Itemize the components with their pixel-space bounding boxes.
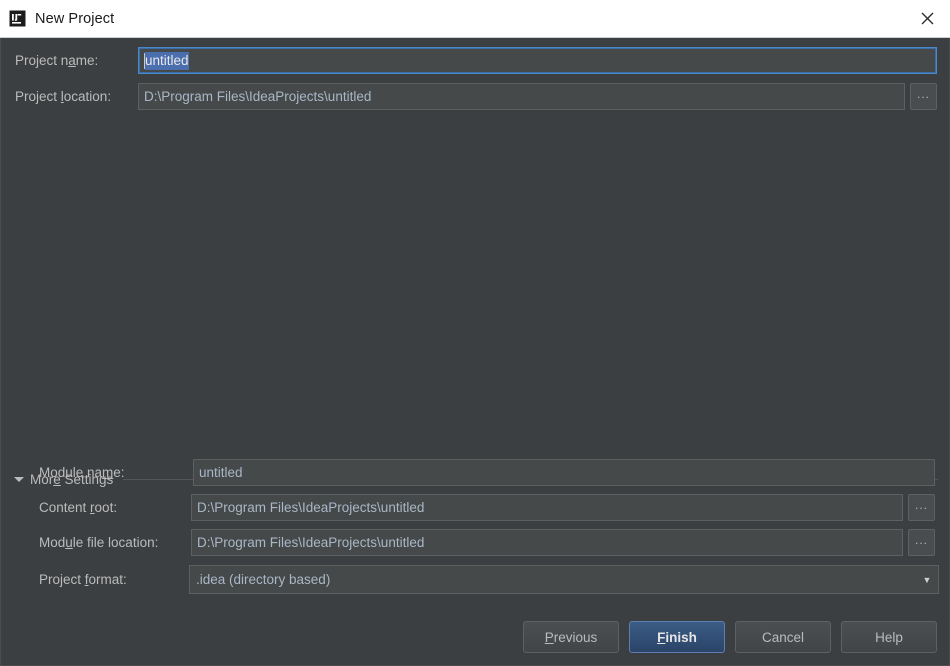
project-format-row: Project format: .idea (directory based) …	[39, 565, 939, 594]
project-location-browse-button[interactable]: ...	[910, 83, 937, 110]
project-location-input[interactable]: D:\Program Files\IdeaProjects\untitled	[138, 83, 905, 110]
module-name-label: Module name:	[39, 465, 193, 480]
project-format-value: .idea (directory based)	[196, 572, 330, 587]
module-name-input[interactable]: untitled	[193, 459, 935, 486]
close-icon	[921, 12, 934, 25]
help-button[interactable]: Help	[841, 621, 937, 653]
module-file-location-browse-button[interactable]: ...	[908, 529, 935, 556]
project-location-label: Project location:	[15, 89, 138, 104]
project-name-input[interactable]: untitled	[138, 47, 937, 74]
module-file-location-input[interactable]: D:\Program Files\IdeaProjects\untitled	[191, 529, 903, 556]
module-file-location-value: D:\Program Files\IdeaProjects\untitled	[197, 535, 424, 550]
project-format-label: Project format:	[39, 572, 189, 587]
ellipsis-browse-icon: ...	[915, 501, 928, 509]
module-file-location-row: Module file location: D:\Program Files\I…	[39, 529, 939, 556]
dialog-button-bar: Previous Finish Cancel Help	[523, 621, 937, 653]
content-root-browse-button[interactable]: ...	[908, 494, 935, 521]
dialog-titlebar: New Project	[0, 0, 950, 38]
ellipsis-browse-icon: ...	[917, 90, 930, 98]
project-name-value: untitled	[145, 52, 189, 70]
content-root-input[interactable]: D:\Program Files\IdeaProjects\untitled	[191, 494, 903, 521]
module-file-location-label: Module file location:	[39, 535, 191, 550]
module-name-value: untitled	[199, 465, 243, 480]
close-button[interactable]	[904, 0, 950, 38]
content-root-row: Content root: D:\Program Files\IdeaProje…	[39, 494, 939, 521]
project-name-row: Project name: untitled	[15, 47, 937, 74]
intellij-idea-icon	[9, 10, 26, 27]
project-location-row: Project location: D:\Program Files\IdeaP…	[15, 83, 937, 110]
chevron-down-icon: ▼	[916, 566, 938, 593]
dialog-title: New Project	[35, 11, 904, 27]
project-location-value: D:\Program Files\IdeaProjects\untitled	[144, 89, 371, 104]
finish-button[interactable]: Finish	[629, 621, 725, 653]
cancel-button[interactable]: Cancel	[735, 621, 831, 653]
ellipsis-browse-icon: ...	[915, 536, 928, 544]
project-format-select[interactable]: .idea (directory based) ▼	[189, 565, 939, 594]
content-root-value: D:\Program Files\IdeaProjects\untitled	[197, 500, 424, 515]
previous-button[interactable]: Previous	[523, 621, 619, 653]
project-name-label: Project name:	[15, 53, 138, 68]
module-name-row: Module name: untitled	[39, 459, 939, 486]
new-project-dialog: New Project Project name: untitled Proje…	[0, 0, 950, 666]
triangle-down-icon	[14, 477, 24, 482]
dialog-content: Project name: untitled Project location:…	[0, 38, 950, 666]
content-root-label: Content root:	[39, 500, 191, 515]
